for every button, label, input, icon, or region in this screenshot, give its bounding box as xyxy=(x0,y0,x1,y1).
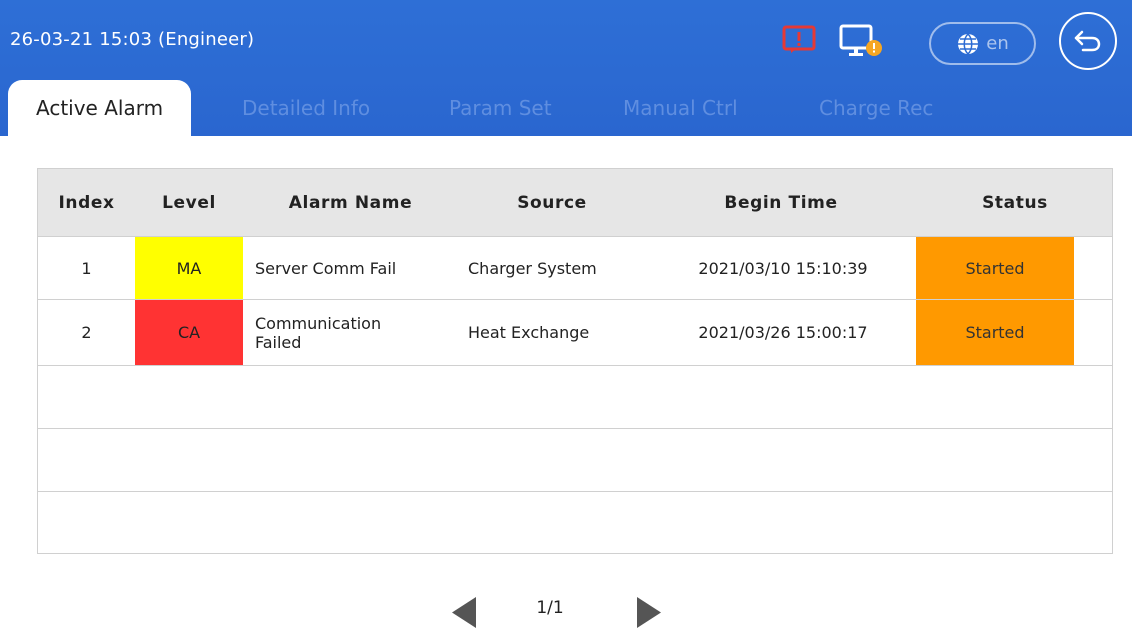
status-badge: Started xyxy=(916,237,1074,299)
triangle-right-icon[interactable] xyxy=(637,597,661,628)
alarm-table: Index Level Alarm Name Source Begin Time… xyxy=(37,168,1113,554)
alarm-name: Server Comm Fail xyxy=(255,258,397,278)
row-index: 1 xyxy=(81,258,92,278)
tab-active-alarm[interactable]: Active Alarm xyxy=(8,80,192,136)
column-header-alarm-name: Alarm Name xyxy=(288,193,413,213)
page-indicator: 1/1 xyxy=(536,598,564,618)
alarm-source: Charger System xyxy=(468,258,597,278)
globe-icon xyxy=(958,32,979,55)
column-header-begin-time: Begin Time xyxy=(724,193,838,213)
column-header-level: Level xyxy=(162,193,216,213)
language-button[interactable]: en xyxy=(929,22,1036,65)
level-badge: MA xyxy=(135,237,243,299)
tab-param-set[interactable]: Param Set xyxy=(449,80,552,136)
alarm-name: Communication Failed xyxy=(255,313,382,352)
table-row[interactable]: 1 MA Server Comm Fail Charger System 202… xyxy=(38,237,1112,300)
back-button[interactable] xyxy=(1059,12,1117,70)
status-badge: Started xyxy=(916,300,1074,365)
column-header-index: Index xyxy=(58,193,115,213)
alarm-source: Heat Exchange xyxy=(468,323,590,342)
tab-detailed-info[interactable]: Detailed Info xyxy=(242,80,370,136)
level-badge: CA xyxy=(135,300,243,365)
tab-charge-rec[interactable]: Charge Rec xyxy=(819,80,933,136)
column-header-status: Status xyxy=(982,193,1048,213)
monitor-warning-icon[interactable] xyxy=(838,22,884,60)
back-arrow-icon xyxy=(1074,30,1101,52)
table-row-empty xyxy=(38,429,1112,492)
table-header: Index Level Alarm Name Source Begin Time… xyxy=(38,169,1112,237)
top-bar: 26-03-21 15:03 (Engineer) en Active Alar… xyxy=(0,0,1132,136)
row-index: 2 xyxy=(81,323,92,342)
table-row[interactable]: 2 CA Communication Failed Heat Exchange … xyxy=(38,300,1112,366)
table-row-empty xyxy=(38,366,1112,429)
datetime-user-label: 26-03-21 15:03 (Engineer) xyxy=(10,29,255,50)
tab-manual-ctrl[interactable]: Manual Ctrl xyxy=(623,80,738,136)
tab-bar: Active Alarm Detailed Info Param Set Man… xyxy=(0,80,1132,136)
alarm-bell-icon[interactable] xyxy=(781,24,817,54)
begin-time: 2021/03/26 15:00:17 xyxy=(698,323,868,342)
language-label: en xyxy=(986,33,1009,54)
column-header-source: Source xyxy=(517,193,587,213)
triangle-left-icon[interactable] xyxy=(452,597,476,628)
begin-time: 2021/03/10 15:10:39 xyxy=(698,258,868,278)
